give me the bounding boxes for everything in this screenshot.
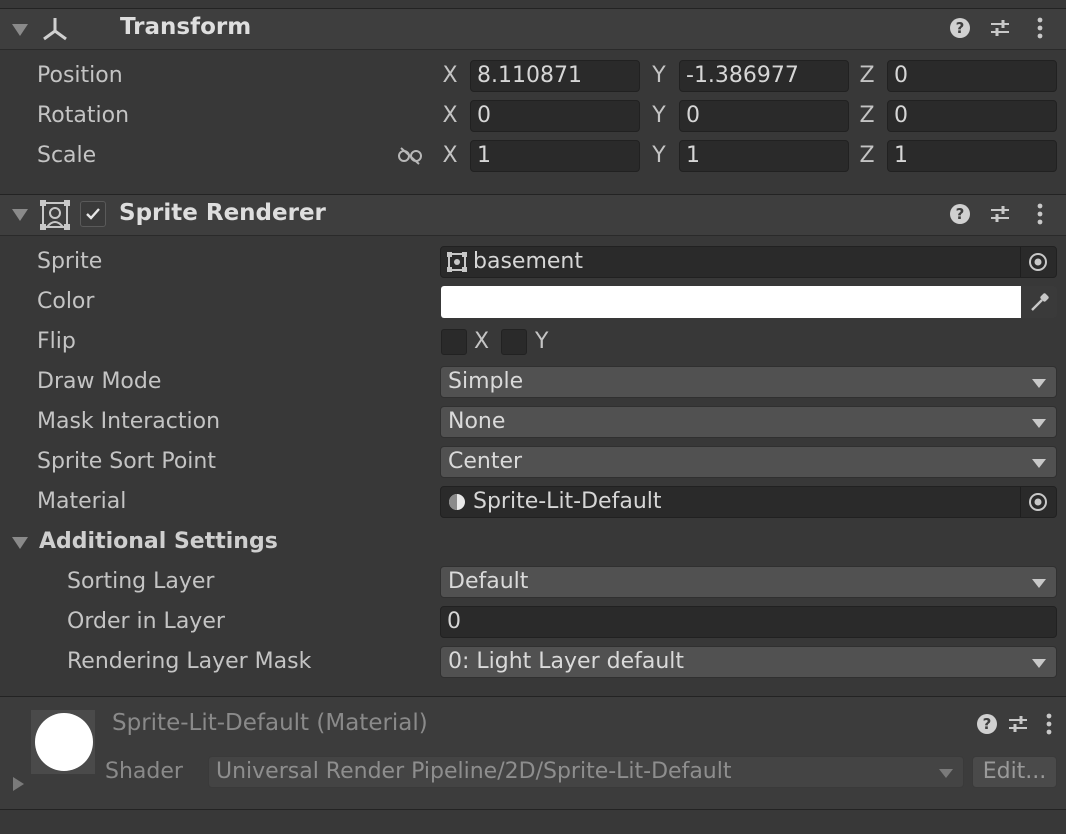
sprite-asset-icon — [447, 252, 467, 272]
constrain-proportions-icon[interactable] — [397, 146, 423, 166]
chevron-down-icon — [1032, 419, 1046, 428]
material-label: Material — [37, 489, 127, 514]
material-title: Sprite-Lit-Default (Material) — [112, 710, 428, 736]
position-z-field[interactable]: 0 — [887, 60, 1057, 92]
sorting-layer-value: Default — [448, 569, 529, 594]
transform-icon — [43, 18, 67, 41]
more-menu-icon[interactable] — [1043, 712, 1055, 736]
transform-title: Transform — [120, 14, 252, 40]
additional-settings-label[interactable]: Additional Settings — [39, 529, 278, 554]
order-in-layer-label: Order in Layer — [67, 609, 225, 634]
shader-edit-button[interactable]: Edit... — [972, 756, 1057, 788]
additional-settings-foldout-arrow[interactable] — [12, 537, 28, 549]
eyedropper-icon — [1031, 293, 1049, 311]
color-label: Color — [37, 289, 95, 314]
rotation-label: Rotation — [37, 103, 130, 128]
color-swatch[interactable] — [441, 286, 1021, 318]
chevron-down-icon — [1032, 659, 1046, 668]
scale-x-axis-label: X — [442, 143, 458, 168]
scale-x-field[interactable]: 1 — [470, 140, 640, 172]
mask-interaction-value: None — [448, 409, 506, 434]
sprite-value: basement — [473, 249, 583, 274]
chevron-down-icon — [1032, 379, 1046, 388]
rendering-layer-mask-value: 0: Light Layer default — [448, 649, 685, 674]
position-x-field[interactable]: 8.110871 — [470, 60, 640, 92]
chevron-down-icon — [1032, 579, 1046, 588]
sprite-sort-point-value: Center — [448, 449, 523, 474]
sprite-renderer-foldout-arrow[interactable] — [12, 209, 28, 221]
position-x-axis-label: X — [442, 63, 458, 88]
material-asset-icon — [449, 494, 465, 510]
shader-value: Universal Render Pipeline/2D/Sprite-Lit-… — [216, 759, 732, 784]
draw-mode-label: Draw Mode — [37, 369, 162, 394]
rotation-x-field[interactable]: 0 — [470, 100, 640, 132]
flip-y-checkbox[interactable] — [501, 329, 527, 355]
material-object-field[interactable]: Sprite-Lit-Default — [440, 486, 1057, 518]
presets-icon[interactable] — [1007, 713, 1029, 735]
rotation-y-axis-label: Y — [652, 103, 666, 128]
svg-text:?: ? — [956, 205, 965, 223]
flip-label: Flip — [37, 329, 76, 354]
sorting-layer-label: Sorting Layer — [67, 569, 215, 594]
scale-y-axis-label: Y — [652, 143, 666, 168]
material-preview-sphere — [35, 713, 93, 771]
position-label: Position — [37, 63, 123, 88]
position-z-axis-label: Z — [859, 63, 875, 88]
order-in-layer-field[interactable]: 0 — [440, 606, 1057, 638]
position-y-axis-label: Y — [652, 63, 666, 88]
help-icon[interactable]: ? — [949, 17, 971, 39]
sorting-layer-dropdown[interactable]: Default — [440, 566, 1057, 598]
shader-label: Shader — [105, 759, 183, 784]
help-icon[interactable]: ? — [976, 713, 998, 735]
position-y-field[interactable]: -1.386977 — [679, 60, 849, 92]
draw-mode-dropdown[interactable]: Simple — [440, 366, 1057, 398]
chevron-down-icon — [939, 769, 953, 778]
flip-x-label: X — [474, 329, 490, 354]
scale-z-axis-label: Z — [859, 143, 875, 168]
scale-y-field[interactable]: 1 — [679, 140, 849, 172]
material-value: Sprite-Lit-Default — [473, 489, 662, 514]
svg-text:?: ? — [983, 715, 992, 733]
help-icon[interactable]: ? — [949, 203, 971, 225]
sprite-renderer-title: Sprite Renderer — [119, 200, 326, 226]
more-menu-icon[interactable] — [1034, 16, 1046, 40]
chevron-down-icon — [1032, 459, 1046, 468]
draw-mode-value: Simple — [448, 369, 524, 394]
sprite-renderer-icon — [40, 200, 70, 230]
scale-z-field[interactable]: 1 — [887, 140, 1057, 172]
sprite-sort-point-label: Sprite Sort Point — [37, 449, 216, 474]
presets-icon[interactable] — [989, 17, 1011, 39]
object-picker-icon — [1029, 493, 1047, 511]
flip-x-checkbox[interactable] — [441, 329, 467, 355]
checkmark-icon — [86, 208, 100, 220]
sprite-sort-point-dropdown[interactable]: Center — [440, 446, 1057, 478]
rotation-z-axis-label: Z — [859, 103, 875, 128]
mask-interaction-dropdown[interactable]: None — [440, 406, 1057, 438]
scale-label: Scale — [37, 143, 97, 168]
shader-edit-label: Edit... — [982, 759, 1047, 784]
presets-icon[interactable] — [989, 203, 1011, 225]
rendering-layer-mask-dropdown[interactable]: 0: Light Layer default — [440, 646, 1057, 678]
shader-dropdown[interactable]: Universal Render Pipeline/2D/Sprite-Lit-… — [208, 756, 964, 788]
rotation-z-field[interactable]: 0 — [887, 100, 1057, 132]
object-picker-icon — [1029, 253, 1047, 271]
rendering-layer-mask-label: Rendering Layer Mask — [67, 649, 312, 674]
sprite-label: Sprite — [37, 249, 103, 274]
material-foldout-arrow[interactable] — [13, 777, 24, 791]
mask-interaction-label: Mask Interaction — [37, 409, 221, 434]
more-menu-icon[interactable] — [1034, 202, 1046, 226]
svg-text:?: ? — [956, 19, 965, 37]
rotation-x-axis-label: X — [442, 103, 458, 128]
rotation-y-field[interactable]: 0 — [679, 100, 849, 132]
flip-y-label: Y — [535, 329, 549, 354]
transform-foldout-arrow[interactable] — [12, 24, 28, 36]
sprite-object-field[interactable]: basement — [440, 246, 1057, 278]
